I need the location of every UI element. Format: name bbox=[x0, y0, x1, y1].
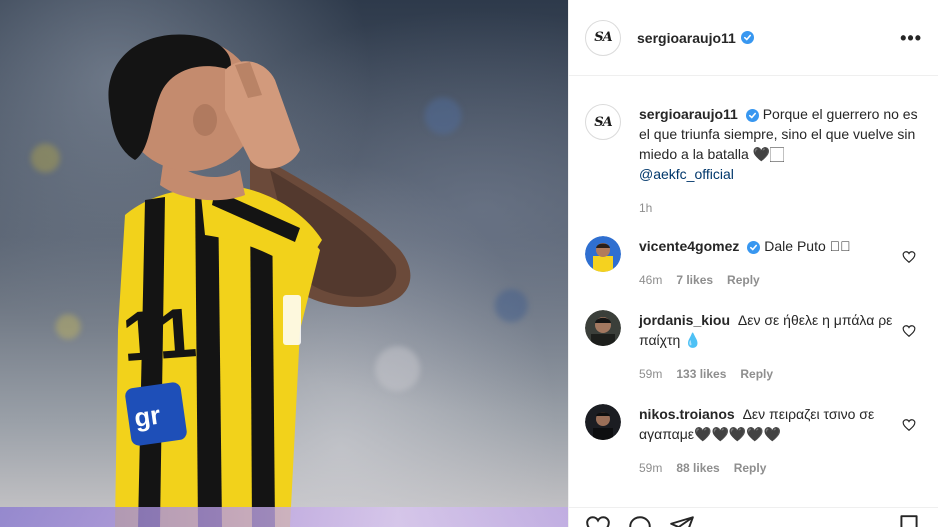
comment-username[interactable]: nikos.troianos bbox=[639, 406, 735, 422]
comment-likes[interactable]: 7 likes bbox=[676, 270, 713, 290]
comment-body: nikos.troianos Δεν πειραζει τσινο σε αγα… bbox=[639, 404, 922, 478]
post-photo[interactable]: 11 gr bbox=[0, 0, 568, 527]
player-figure: 11 gr bbox=[108, 34, 411, 527]
comment-meta: 59m 88 likes Reply bbox=[639, 458, 922, 478]
comment-text: Dale Puto 🏻🏻 bbox=[764, 238, 851, 254]
comment-meta: 46m 7 likes Reply bbox=[639, 270, 922, 290]
comment-meta: 59m 133 likes Reply bbox=[639, 364, 922, 384]
verified-badge-icon bbox=[740, 31, 754, 44]
post-action-bar bbox=[569, 507, 938, 527]
author-avatar[interactable]: SA bbox=[585, 19, 621, 56]
comment-like-heart-icon[interactable] bbox=[902, 324, 916, 338]
caption-mention-link[interactable]: @aekfc_official bbox=[639, 166, 734, 182]
caption-author-avatar[interactable]: SA bbox=[585, 104, 621, 140]
comment-username[interactable]: jordanis_kiou bbox=[639, 312, 730, 328]
comment-verified-badge-icon bbox=[747, 241, 761, 254]
comment-like-heart-icon[interactable] bbox=[902, 250, 916, 264]
comment-reply-button[interactable]: Reply bbox=[740, 364, 773, 384]
comment-username[interactable]: vicente4gomez bbox=[639, 238, 739, 254]
comment-item: vicente4gomez Dale Puto 🏻🏻 46m 7 likes R… bbox=[585, 236, 922, 290]
comment-body: jordanis_kiou Δεν σε ήθελε η μπάλα ρε πα… bbox=[639, 310, 922, 384]
post-side-panel: SA sergioaraujo11 ••• SA sergioaraujo11 … bbox=[568, 0, 938, 527]
caption-time[interactable]: 1h bbox=[639, 198, 652, 218]
heart-icon[interactable] bbox=[585, 514, 611, 527]
comment-body: vicente4gomez Dale Puto 🏻🏻 46m 7 likes R… bbox=[639, 236, 922, 290]
comment-likes[interactable]: 133 likes bbox=[676, 364, 726, 384]
comment-reply-button[interactable]: Reply bbox=[727, 270, 760, 290]
commenter-avatar[interactable] bbox=[585, 310, 621, 346]
pitch-edge-strip bbox=[0, 507, 568, 527]
comment-time[interactable]: 59m bbox=[639, 364, 662, 384]
caption-verified-badge-icon bbox=[745, 109, 759, 122]
comment-item: nikos.troianos Δεν πειραζει τσινο σε αγα… bbox=[585, 404, 922, 478]
share-icon[interactable] bbox=[669, 514, 695, 527]
svg-text:gr: gr bbox=[132, 400, 162, 433]
bookmark-icon[interactable] bbox=[896, 514, 922, 527]
author-username[interactable]: sergioaraujo11 bbox=[637, 30, 736, 46]
comment-item: jordanis_kiou Δεν σε ήθελε η μπάλα ρε πα… bbox=[585, 310, 922, 384]
comment-icon[interactable] bbox=[627, 514, 653, 527]
more-options-icon[interactable]: ••• bbox=[900, 29, 922, 47]
caption-meta: 1h bbox=[639, 198, 922, 218]
post-caption: SA sergioaraujo11 Porque el guerrero no … bbox=[585, 76, 922, 218]
post-header: SA sergioaraujo11 ••• bbox=[569, 0, 938, 76]
comment-reply-button[interactable]: Reply bbox=[734, 458, 767, 478]
avatar-logo-text: SA bbox=[594, 30, 613, 45]
commenter-avatar[interactable] bbox=[585, 236, 621, 272]
comment-like-heart-icon[interactable] bbox=[902, 418, 916, 432]
comment-time[interactable]: 59m bbox=[639, 458, 662, 478]
comment-time[interactable]: 46m bbox=[639, 270, 662, 290]
svg-text:11: 11 bbox=[120, 293, 199, 376]
comment-likes[interactable]: 88 likes bbox=[676, 458, 719, 478]
author-name-group: sergioaraujo11 bbox=[637, 30, 754, 46]
caption-body: sergioaraujo11 Porque el guerrero no es … bbox=[639, 104, 922, 218]
comments-list: SA sergioaraujo11 Porque el guerrero no … bbox=[569, 76, 938, 478]
caption-avatar-logo-text: SA bbox=[594, 114, 613, 130]
caption-username[interactable]: sergioaraujo11 bbox=[639, 106, 738, 122]
commenter-avatar[interactable] bbox=[585, 404, 621, 440]
